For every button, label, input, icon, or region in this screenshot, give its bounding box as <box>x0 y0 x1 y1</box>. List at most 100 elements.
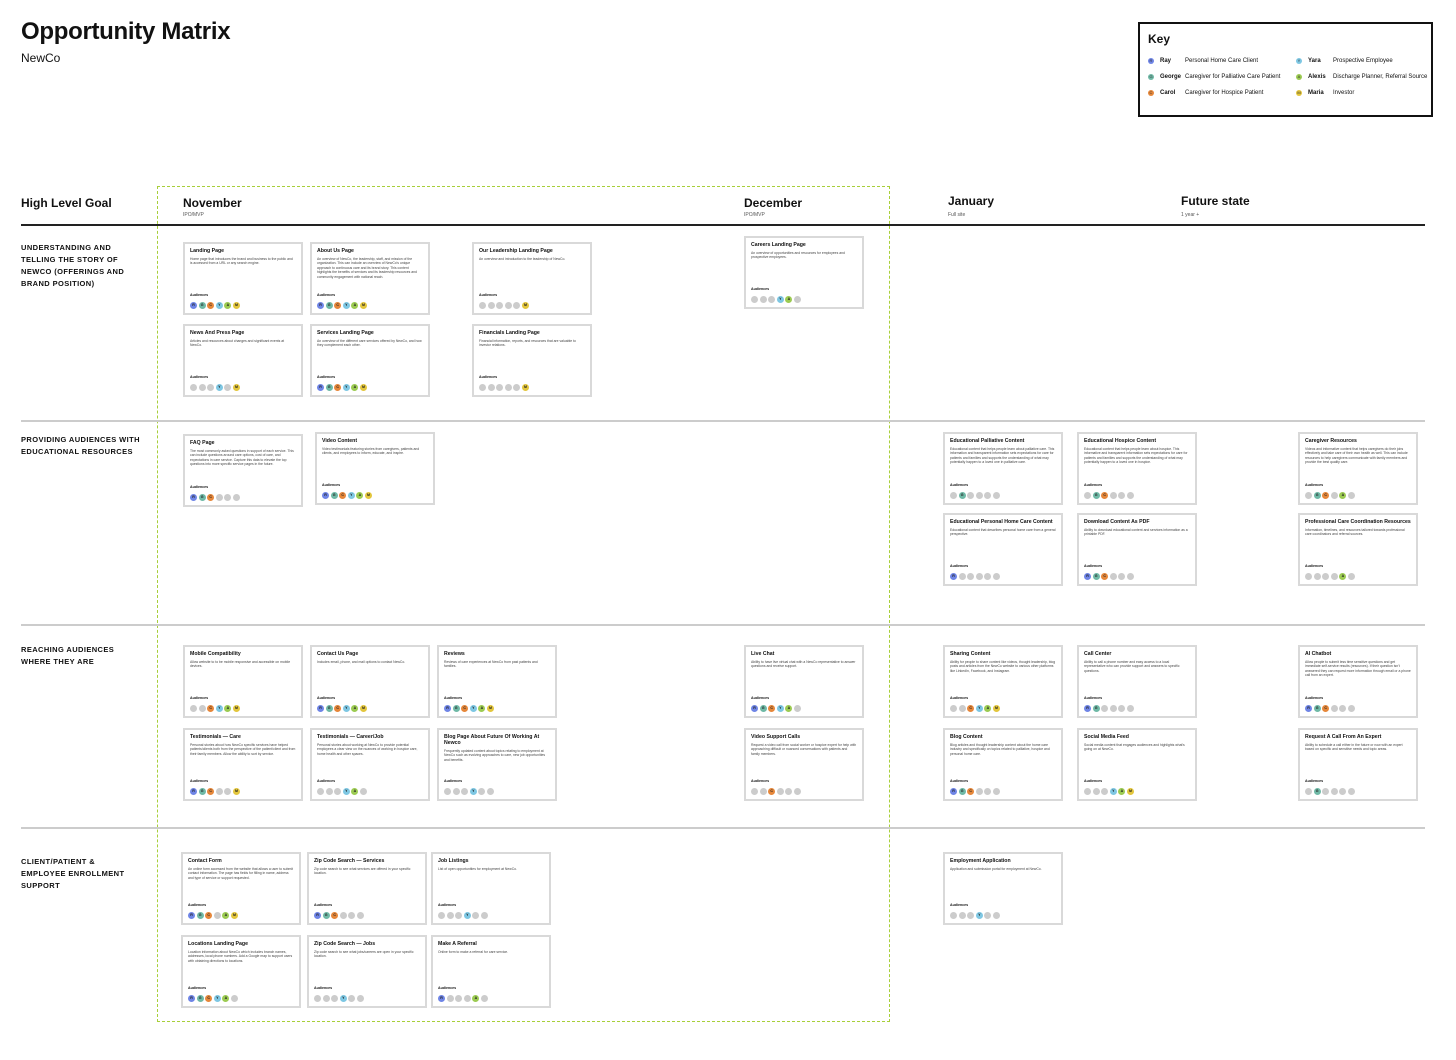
audience-dot-icon <box>444 788 451 795</box>
audience-dot-icon <box>768 296 776 303</box>
card-title: Contact Us Page <box>317 651 359 657</box>
audience-dot-icon <box>1347 705 1355 712</box>
audience-dot-icon <box>1118 705 1126 712</box>
audience-dots: RGC <box>950 788 1002 795</box>
audience-dot-icon <box>950 912 957 919</box>
card-title: Zip Code Search — Jobs <box>314 941 376 947</box>
audience-dot-icon: R <box>1305 705 1312 712</box>
audience-dot-icon <box>1347 573 1355 580</box>
audience-dot-icon <box>776 788 784 795</box>
card-description: An overview and introduction to the lead… <box>479 257 566 261</box>
opportunity-card: Reviews Reviews of care experiences at Ne… <box>437 645 557 718</box>
audience-dots: M <box>479 384 531 391</box>
card-description: Ability to call a phone number and easy … <box>1084 660 1180 673</box>
audience-dot-icon: G <box>325 384 333 391</box>
opportunity-card: Sharing Content Ability for people to sha… <box>943 645 1063 718</box>
audience-dot-icon: R <box>322 492 329 499</box>
audience-dot-icon <box>1109 705 1117 712</box>
audience-dots: RGCYAM <box>190 302 242 309</box>
audience-dot-icon: C <box>768 705 776 712</box>
audience-dot-icon <box>356 912 364 919</box>
column-january: January <box>948 194 995 208</box>
audience-dot-icon <box>1330 705 1338 712</box>
opportunity-card: Job Listings List of open opportunities f… <box>431 852 551 925</box>
opportunity-card: Contact Us Page Includes email, phone, an… <box>310 645 430 718</box>
audiences-label: Audiences <box>479 293 498 297</box>
row-label-educational: Providing audiences with educational res… <box>21 435 140 456</box>
audience-dot-icon <box>1092 788 1100 795</box>
audiences-label: Audiences <box>751 287 770 291</box>
audience-dot-icon: R <box>190 494 197 501</box>
opportunity-card: Download Content As PDF Ability to downlo… <box>1077 513 1197 586</box>
opportunity-card: Mobile Compatibility Allow website to to … <box>183 645 303 718</box>
opportunity-card: AI Chatbot Allow people to submit less ti… <box>1298 645 1418 718</box>
audience-dots: C <box>751 788 803 795</box>
row-label-enrollment: Client/patient & employee enrollment sup… <box>21 857 125 890</box>
audiences-label: Audiences <box>317 779 336 783</box>
audience-dot-icon: C <box>207 302 215 309</box>
audience-dot-icon <box>1126 705 1134 712</box>
audience-dot-icon: Y <box>347 492 355 499</box>
card-title: Employment Application <box>950 858 1011 864</box>
opportunity-card: Zip Code Search — Services Zip code searc… <box>307 852 427 925</box>
audience-dot-icon: M <box>230 912 238 919</box>
card-title: Financials Landing Page <box>479 330 540 336</box>
audience-dot-icon <box>331 995 339 1002</box>
audiences-label: Audiences <box>1084 483 1103 487</box>
card-description: Financial information, reports, and reso… <box>479 339 576 348</box>
row-label-story: Understanding and telling the story of N… <box>21 243 125 288</box>
audience-dot-icon: C <box>339 492 347 499</box>
audience-dot-icon: Y <box>469 788 477 795</box>
audience-dot-icon: R <box>751 705 758 712</box>
card-title: FAQ Page <box>190 440 215 446</box>
card-title: Video Support Calls <box>751 734 801 740</box>
audience-dot-icon: A <box>984 705 992 712</box>
audience-dot-icon: G <box>958 788 966 795</box>
card-title: Live Chat <box>751 651 775 657</box>
audience-dot-icon <box>1347 788 1355 795</box>
audience-dot-icon <box>438 912 445 919</box>
audience-dot-icon <box>224 494 232 501</box>
audience-dot-icon <box>1305 492 1312 499</box>
card-description: Location information about NewCo which i… <box>188 950 293 963</box>
card-title: Reviews <box>444 651 465 657</box>
key-entry-yara: Y Yara Prospective Employee <box>1296 58 1393 64</box>
audience-dot-icon: C <box>334 705 342 712</box>
audience-dot-icon <box>317 788 324 795</box>
card-title: Blog Content <box>950 734 983 740</box>
audience-dot-icon: M <box>521 302 529 309</box>
audience-dots: YM <box>190 384 242 391</box>
audiences-label: Audiences <box>317 293 336 297</box>
audience-dot-icon <box>479 384 486 391</box>
audience-dot-icon: Y <box>339 995 347 1002</box>
audience-dot-icon: Y <box>215 302 223 309</box>
opportunity-card: Educational Personal Home Care Content Ed… <box>943 513 1063 586</box>
card-description: Personal stories about how NewCo specifi… <box>190 743 296 756</box>
audience-dot-icon: A <box>222 995 230 1002</box>
card-title: Educational Personal Home Care Content <box>950 519 1053 525</box>
audience-dots: RGC <box>1084 573 1136 580</box>
audiences-label: Audiences <box>950 696 969 700</box>
audience-dot-icon: Y <box>975 705 983 712</box>
audience-dot-icon: G <box>1092 492 1100 499</box>
audience-dot-icon: G <box>1313 788 1321 795</box>
george-dot-icon: G <box>1148 74 1154 80</box>
audience-dot-icon: G <box>198 494 206 501</box>
audience-dot-icon <box>1109 573 1117 580</box>
audience-dot-icon: R <box>1084 573 1091 580</box>
audience-dot-icon <box>975 573 983 580</box>
audience-dot-icon: A <box>356 492 364 499</box>
audience-dot-icon <box>1126 573 1134 580</box>
column-december: December <box>744 196 803 210</box>
audience-dot-icon: A <box>351 384 359 391</box>
audience-dot-icon <box>958 705 966 712</box>
opportunity-card: News And Press Page Articles and resource… <box>183 324 303 397</box>
card-description: Frequently updated content about topics … <box>444 749 546 762</box>
audience-dot-icon: R <box>317 302 324 309</box>
audience-dot-icon <box>207 384 215 391</box>
audience-dots: A <box>1305 573 1357 580</box>
card-title: Video Content <box>322 438 358 444</box>
audience-dots: Y <box>314 995 366 1002</box>
audience-dot-icon <box>215 494 223 501</box>
audiences-label: Audiences <box>1084 779 1103 783</box>
